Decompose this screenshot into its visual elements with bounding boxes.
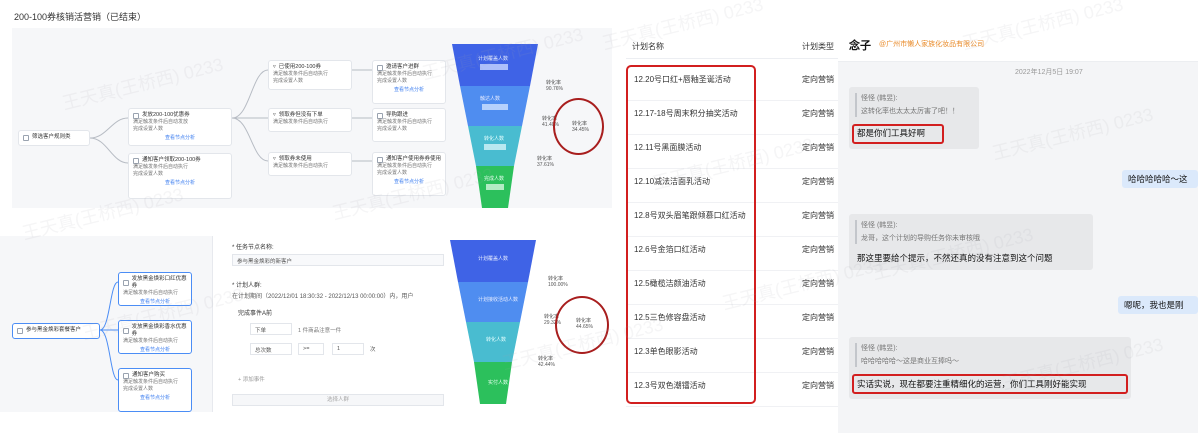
view-node-analysis-link[interactable]: 查看节点分析 bbox=[123, 299, 187, 305]
plan-type-cell: 定向营销 bbox=[802, 75, 834, 84]
funnel-stage-label: 触达人数 bbox=[480, 96, 501, 102]
filter-icon: ▿ bbox=[273, 112, 276, 118]
table-row-divider bbox=[626, 406, 838, 407]
funnel-stage-label: 计划接收活动人数 bbox=[478, 297, 519, 303]
filter-icon: ▿ bbox=[273, 64, 276, 70]
highlight-circle bbox=[553, 98, 604, 155]
view-node-analysis-link[interactable]: 查看节点分析 bbox=[377, 179, 441, 186]
plan-type-cell: 定向营销 bbox=[802, 279, 834, 288]
group-icon bbox=[377, 64, 383, 71]
highlight-box-reply bbox=[852, 374, 1128, 394]
my-message-bubble[interactable]: 哈哈哈哈哈～这 bbox=[1122, 170, 1198, 188]
top-start-node[interactable]: 筛选客户规则类 bbox=[18, 130, 90, 146]
top-action-node-guide-follow[interactable]: 导购跟进 满足触发条件后自动执行 完成设置人数 bbox=[372, 108, 446, 142]
quote-text: 这转化率也太太太厉害了吧！！ bbox=[861, 108, 959, 115]
view-node-analysis-link[interactable]: 查看节点分析 bbox=[123, 347, 187, 353]
view-node-analysis-link[interactable]: 查看节点分析 bbox=[123, 395, 187, 402]
message-icon bbox=[123, 372, 129, 379]
plan-type-cell: 定向营销 bbox=[802, 109, 834, 118]
bottom-start-node[interactable]: 参与黑金焕彩套餐客户 bbox=[12, 323, 100, 339]
conversion-rate-1: 转化率 100.00% bbox=[548, 276, 568, 288]
conversion-rate-3: 转化率 42.44% bbox=[538, 356, 555, 368]
event-filter-text: 1 件商品注意一件 bbox=[298, 328, 342, 334]
chat-timestamp: 2022年12月5日 19:07 bbox=[1015, 69, 1083, 76]
user-group-icon bbox=[17, 327, 23, 334]
funnel-stage-label: 计划覆盖人数 bbox=[478, 256, 509, 262]
bottom-node-lipstick-coupon[interactable]: 发放黑金焕彩口红优惠券 满足触发条件后自动执行 查看节点分析 bbox=[118, 272, 192, 306]
user-group-icon bbox=[23, 134, 29, 141]
operator-select[interactable]: >= bbox=[298, 343, 324, 355]
top-condition-node-no-order[interactable]: ▿ 领取券但没有下单 满足触发条件后自动执行 bbox=[268, 108, 352, 132]
plan-type-cell: 定向营销 bbox=[802, 245, 834, 254]
select-people-button[interactable]: 选择人群 bbox=[232, 394, 444, 406]
quote-author: 怪怪 (韩昱): bbox=[861, 222, 898, 229]
top-condition-node-used[interactable]: ▿ 已使用200-100券 满足触发条件后自动执行 完成设置人数 bbox=[268, 60, 352, 90]
col-header-plan-type[interactable]: 计划类型 bbox=[802, 41, 834, 52]
bottom-node-perfume-coupon[interactable]: 发放黑金焕彩香水优惠券 满足触发条件后自动执行 查看节点分析 bbox=[118, 320, 192, 354]
top-conversion-funnel bbox=[452, 44, 538, 208]
event-select[interactable]: 下单 bbox=[250, 323, 292, 335]
bottom-node-notify-buy[interactable]: 通知客户购买 满足触发条件后自动执行 完成设置人数 查看节点分析 bbox=[118, 368, 192, 412]
contact-organization: @广州市懒人家族化妆品有限公司 bbox=[879, 41, 985, 48]
funnel-stage-label: 完成人数 bbox=[484, 176, 505, 182]
top-action-node-notify-use[interactable]: 通知客户使用券券使用 满足触发条件后自动执行 完成设置人数 查看节点分析 bbox=[372, 152, 446, 196]
highlight-circle bbox=[555, 296, 609, 354]
coupon-icon bbox=[133, 112, 139, 119]
message-icon bbox=[133, 157, 139, 164]
funnel-stage-label: 转化人数 bbox=[486, 337, 507, 343]
funnel-stage-label: 转化人数 bbox=[484, 136, 505, 142]
highlight-box-plan-names bbox=[626, 65, 756, 404]
top-branch-node-coupon[interactable]: 发放200-100优惠券 满足触发条件后自动发放 完成设置人数 查看节点分析 bbox=[128, 108, 232, 146]
quote-author: 怪怪 (韩昱): bbox=[861, 345, 898, 352]
table-header-divider bbox=[626, 58, 838, 59]
message-text: 那这里要给个提示，不然还真的没有注意到这个问题 bbox=[857, 253, 1053, 263]
event-label: 完成事件A前 bbox=[238, 311, 273, 317]
coupon-icon bbox=[123, 280, 129, 286]
plan-people-description: 在计划期间（2022/12/01 18:30:32 - 2022/12/13 0… bbox=[232, 294, 414, 300]
plan-people-label: * 计划人群: bbox=[232, 283, 262, 289]
plan-type-cell: 定向营销 bbox=[802, 211, 834, 220]
add-event-button[interactable]: + 添加事件 bbox=[238, 375, 265, 383]
plan-type-cell: 定向营销 bbox=[802, 347, 834, 356]
view-node-analysis-link[interactable]: 查看节点分析 bbox=[377, 87, 441, 94]
funnel-stage-label: 计划覆盖人数 bbox=[478, 56, 509, 62]
view-node-analysis-link[interactable]: 查看节点分析 bbox=[133, 135, 227, 142]
count-unit: 次 bbox=[370, 347, 376, 353]
page-title: 200-100券核销活营销（已结束） bbox=[14, 12, 147, 22]
col-header-plan-name[interactable]: 计划名称 bbox=[632, 41, 664, 52]
top-action-node-invite-group[interactable]: 邀请客户进群 满足触发条件后自动执行 完成设置人数 查看节点分析 bbox=[372, 60, 446, 104]
highlight-box-reply bbox=[852, 124, 944, 144]
metric-select[interactable]: 总次数 bbox=[250, 343, 292, 355]
conversion-rate-1: 转化率 90.76% bbox=[546, 80, 563, 92]
node-name-label: * 任务节点名称: bbox=[232, 245, 274, 251]
conversion-rate-3: 转化率 37.61% bbox=[537, 156, 554, 168]
contact-name[interactable]: 念子 bbox=[849, 37, 871, 53]
filter-icon: ▿ bbox=[273, 156, 276, 162]
view-node-analysis-link[interactable]: 查看节点分析 bbox=[133, 180, 227, 187]
plan-type-cell: 定向营销 bbox=[802, 313, 834, 322]
screenshot-collage: 200-100券核销活营销（已结束） 筛选客户规则类 发放200-100优惠券 … bbox=[0, 0, 1198, 433]
plan-type-cell: 定向营销 bbox=[802, 381, 834, 390]
plan-type-cell: 定向营销 bbox=[802, 143, 834, 152]
coupon-icon bbox=[123, 328, 129, 334]
quote-author: 怪怪 (韩昱): bbox=[861, 95, 898, 102]
my-message-bubble[interactable]: 嗯呢，我也是刚 bbox=[1118, 296, 1198, 314]
quote-text: 龙哥，这个计划的导购任务你未审核哦 bbox=[861, 235, 980, 242]
node-name-input[interactable]: 参与黑金焕彩的新客户 bbox=[232, 254, 444, 266]
message-icon bbox=[377, 156, 383, 163]
message-bubble[interactable]: 怪怪 (韩昱): 龙哥，这个计划的导购任务你未审核哦 那这里要给个提示，不然还真… bbox=[849, 214, 1093, 270]
top-condition-node-unused[interactable]: ▿ 领取券未使用 满足触发条件后自动执行 bbox=[268, 152, 352, 176]
top-branch-node-notify[interactable]: 通知客户领取200-100券 满足触发条件后自动执行 完成设置人数 查看节点分析 bbox=[128, 153, 232, 199]
funnel-stage-label: 实付人数 bbox=[488, 380, 509, 386]
plan-type-cell: 定向营销 bbox=[802, 177, 834, 186]
person-icon bbox=[377, 112, 383, 119]
quote-text: 哈哈哈哈哈～这是商业互捧吗～ bbox=[861, 358, 959, 365]
count-input[interactable]: 1 bbox=[332, 343, 364, 355]
